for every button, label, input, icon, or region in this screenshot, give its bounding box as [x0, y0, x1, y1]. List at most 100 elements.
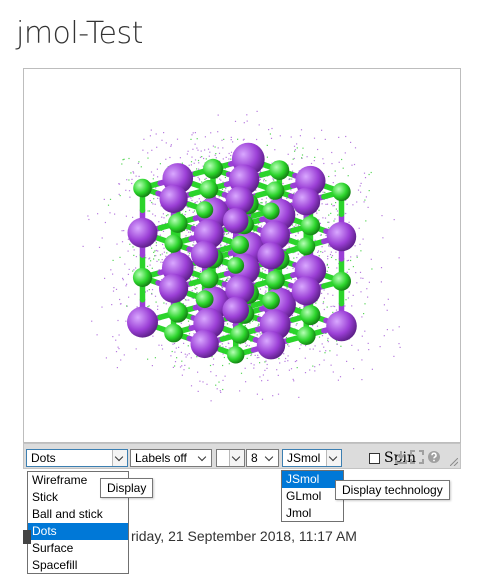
surface-dot [323, 308, 325, 311]
surface-dot [328, 175, 330, 178]
surface-dot [143, 138, 145, 140]
surface-dot [302, 147, 304, 149]
fullscreen-icon[interactable] [410, 450, 424, 464]
dropdown-option[interactable]: Surface [28, 540, 128, 557]
sodium-atom [291, 276, 321, 306]
surface-dot [368, 190, 370, 192]
surface-dot [325, 234, 327, 237]
surface-dot [243, 122, 245, 124]
surface-dot [132, 171, 134, 173]
surface-dot [173, 342, 176, 345]
surface-dot [282, 182, 284, 185]
dropdown-option[interactable]: GLmol [282, 488, 343, 505]
surface-dot [340, 345, 342, 347]
surface-dot [116, 243, 118, 245]
surface-dot [314, 366, 316, 368]
surface-dot [257, 325, 259, 327]
surface-dot [152, 178, 154, 180]
surface-dot [199, 380, 201, 382]
display-style-select[interactable]: Dots [26, 449, 128, 467]
chlorine-atom [167, 302, 188, 323]
surface-dot [383, 335, 385, 337]
surface-dot [162, 243, 164, 246]
molecule-canvas[interactable] [24, 69, 460, 442]
chlorine-atom [133, 178, 152, 198]
surface-dot [230, 151, 233, 153]
sodium-atom [326, 310, 357, 342]
surface-dot [318, 209, 320, 211]
surface-dot [188, 324, 191, 326]
surface-dot [228, 231, 230, 234]
dropdown-option[interactable]: JSmol [282, 471, 343, 488]
surface-dot [346, 260, 348, 262]
surface-dot [335, 202, 337, 204]
labels-select[interactable]: Labels off [130, 449, 212, 467]
surface-dot [398, 257, 400, 259]
surface-dot [161, 253, 163, 255]
surface-dot [328, 214, 330, 216]
surface-dot [314, 345, 316, 347]
surface-dot [321, 129, 323, 131]
surface-dot [321, 246, 323, 248]
molecule-viewer[interactable] [23, 68, 461, 443]
surface-dot [196, 287, 198, 289]
surface-dot [160, 261, 162, 263]
surface-dot [353, 163, 356, 166]
surface-dot [125, 215, 127, 217]
surface-dot [326, 270, 328, 272]
footer-date-prefix [23, 530, 31, 544]
technology-select[interactable]: JSmol [282, 449, 342, 467]
surface-dot [330, 364, 332, 366]
number-select[interactable]: 8 [246, 449, 279, 467]
surface-dot [178, 346, 180, 348]
blank-select[interactable] [216, 449, 245, 467]
dropdown-option[interactable]: Spacefill [28, 557, 128, 574]
surface-dot [142, 149, 144, 151]
dropdown-option[interactable]: Jmol [282, 505, 343, 522]
surface-dot [189, 279, 191, 281]
surface-dot [147, 157, 149, 159]
surface-dot [222, 353, 224, 355]
spin-checkbox[interactable] [369, 453, 380, 464]
surface-dot [129, 243, 131, 245]
surface-dot [357, 189, 360, 191]
surface-dot [126, 179, 128, 181]
surface-dot [324, 250, 326, 252]
surface-dot [327, 255, 329, 257]
chlorine-atom [332, 182, 351, 202]
chevron-down-icon [263, 450, 278, 466]
surface-dot [189, 231, 192, 233]
dropdown-option[interactable]: Ball and stick [28, 506, 128, 523]
surface-dot [316, 325, 319, 327]
surface-dot [180, 351, 182, 353]
surface-dot [319, 222, 321, 224]
surface-dot [181, 374, 183, 376]
download-icon[interactable] [394, 450, 408, 464]
resize-grip-icon[interactable] [450, 458, 458, 466]
surface-dot [154, 255, 156, 257]
surface-dot [115, 339, 117, 341]
surface-dot [290, 368, 293, 370]
surface-dot [145, 257, 147, 259]
surface-dot [126, 283, 128, 285]
surface-dot [256, 357, 258, 359]
surface-dot [398, 343, 400, 345]
surface-dot [196, 147, 198, 149]
surface-dot [196, 291, 198, 294]
surface-dot [123, 158, 125, 160]
surface-dot [151, 149, 153, 151]
dropdown-option[interactable]: Dots [28, 523, 128, 540]
surface-dot [335, 208, 337, 210]
surface-dot [248, 345, 250, 347]
surface-dot [105, 357, 107, 359]
surface-dot [363, 172, 366, 174]
surface-dot [246, 114, 248, 116]
surface-dot [364, 303, 366, 305]
surface-dot [163, 251, 165, 253]
surface-dot [285, 357, 287, 360]
help-icon[interactable] [427, 450, 441, 464]
surface-dot [225, 188, 227, 190]
surface-dot [293, 380, 295, 382]
surface-dot [184, 299, 187, 301]
surface-dot [217, 267, 220, 269]
